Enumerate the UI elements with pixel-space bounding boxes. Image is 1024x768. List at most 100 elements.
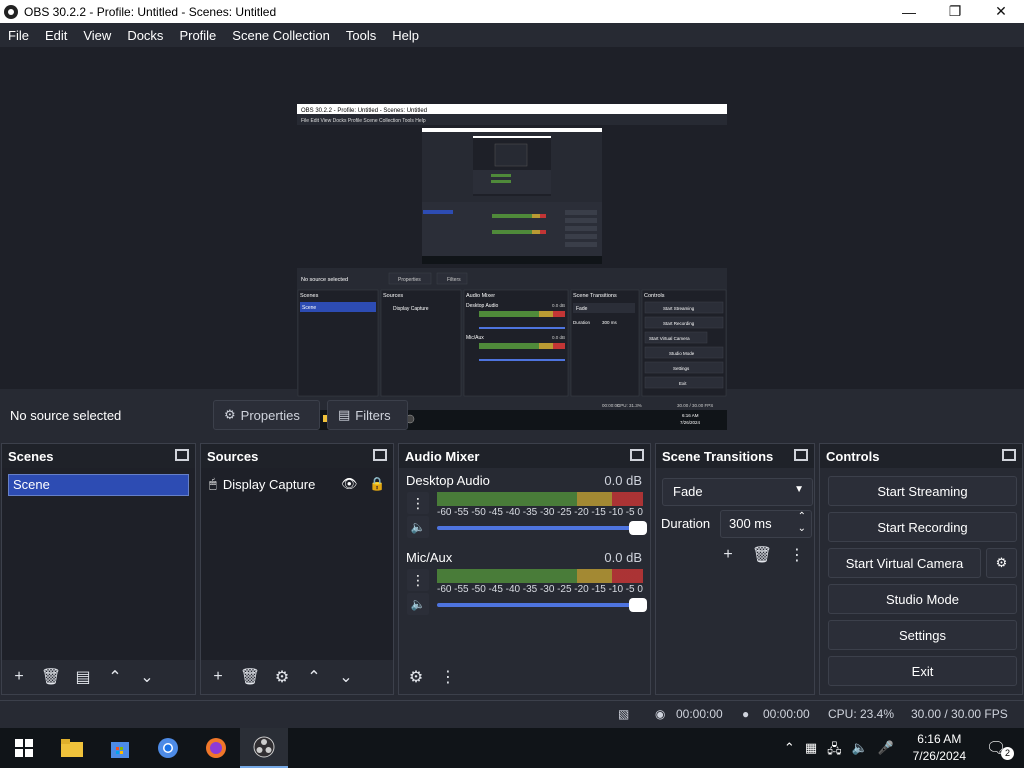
move-up-icon[interactable]: ⌃ — [303, 666, 325, 688]
properties-button[interactable]: ⚙ Properties — [213, 400, 320, 430]
chevron-up-icon[interactable]: ⌃ — [784, 740, 795, 762]
add-icon[interactable]: + — [8, 666, 30, 688]
volume-slider[interactable] — [437, 598, 647, 612]
windows-taskbar: ⌃ ▦ 🖧 🔈 🎤 6:16 AM 7/26/2024 🗨 2 — [0, 728, 1024, 768]
menu-profile[interactable]: Profile — [171, 28, 224, 43]
virtual-camera-settings-button[interactable]: ⚙ — [986, 548, 1017, 578]
menu-view[interactable]: View — [75, 28, 119, 43]
add-icon[interactable]: + — [717, 544, 739, 566]
taskbar-clock[interactable]: 6:16 AM 7/26/2024 — [913, 731, 966, 765]
move-up-icon[interactable]: ⌃ — [104, 666, 126, 688]
volume-icon[interactable]: 🔈 — [852, 740, 868, 762]
add-icon[interactable]: + — [207, 666, 229, 688]
start-recording-button[interactable]: Start Recording — [828, 512, 1017, 542]
studio-mode-button[interactable]: Studio Mode — [828, 584, 1017, 614]
menu-scene-collection[interactable]: Scene Collection — [224, 28, 338, 43]
maximize-icon[interactable]: ❐ — [932, 0, 978, 23]
menu-tools[interactable]: Tools — [338, 28, 384, 43]
duration-field[interactable]: 300 ms ⌃ ⌄ — [720, 510, 812, 538]
more-icon[interactable]: ⋮ — [407, 492, 429, 514]
keyboard-icon[interactable]: ▦ — [805, 740, 817, 762]
filters-button[interactable]: ▤ Filters — [327, 400, 408, 430]
close-icon[interactable]: ✕ — [978, 0, 1024, 23]
scene-item[interactable]: Scene — [8, 474, 189, 496]
transition-select[interactable]: Fade ▼ — [662, 478, 813, 506]
controls-title: Controls — [826, 448, 880, 464]
network-icon[interactable]: 🖧 — [827, 740, 842, 762]
start-virtual-camera-button[interactable]: Start Virtual Camera — [828, 548, 981, 578]
source-name: Display Capture — [222, 476, 316, 492]
nested-scenes-title: Scenes — [300, 293, 319, 299]
gear-icon: ⚙ — [995, 555, 1008, 570]
undock-icon[interactable] — [373, 449, 387, 461]
channel-db: 0.0 dB — [604, 473, 642, 488]
more-icon[interactable]: ⋮ — [437, 666, 459, 688]
scene-filters-icon[interactable]: ▤ — [72, 666, 94, 688]
move-down-icon[interactable]: ⌄ — [335, 666, 357, 688]
eye-icon[interactable]: 👁 — [341, 476, 358, 492]
trash-icon[interactable]: 🗑 — [40, 666, 62, 688]
chrome-button[interactable] — [144, 728, 192, 768]
exit-button[interactable]: Exit — [828, 656, 1017, 686]
window-title: OBS 30.2.2 - Profile: Untitled - Scenes:… — [24, 4, 277, 19]
trash-icon[interactable]: 🗑 — [751, 544, 773, 566]
gear-icon[interactable]: ⚙ — [271, 666, 293, 688]
windows-logo-icon — [15, 739, 33, 757]
obs-taskbar-button[interactable] — [240, 728, 288, 768]
mixer-header: Audio Mixer — [399, 444, 650, 468]
nested-start-virtual-camera: Start Virtual Camera — [649, 336, 690, 341]
undock-icon[interactable] — [175, 449, 189, 461]
scenes-footer: + 🗑 ▤ ⌃ ⌄ — [2, 660, 195, 694]
more-icon[interactable]: ⋮ — [786, 544, 808, 566]
menu-file[interactable]: File — [0, 28, 37, 43]
menu-docks[interactable]: Docks — [119, 28, 171, 43]
file-explorer-button[interactable] — [48, 728, 96, 768]
chevron-down-icon: ▼ — [794, 484, 804, 495]
controls-header: Controls — [820, 444, 1022, 468]
notification-button[interactable]: 🗨 2 — [986, 738, 1014, 760]
move-down-icon[interactable]: ⌄ — [136, 666, 158, 688]
clock-time: 6:16 AM — [917, 732, 962, 746]
firefox-button[interactable] — [192, 728, 240, 768]
menu-help[interactable]: Help — [384, 28, 427, 43]
undock-icon[interactable] — [1002, 449, 1016, 461]
scenes-list: Scene — [2, 468, 195, 660]
microphone-icon[interactable]: 🎤 — [878, 740, 894, 762]
start-button[interactable] — [0, 728, 48, 768]
stream-icon: ◉ — [655, 707, 666, 721]
speaker-icon[interactable]: 🔈 — [407, 516, 429, 538]
start-streaming-button[interactable]: Start Streaming — [828, 476, 1017, 506]
stepper-icon[interactable]: ⌃ ⌄ — [798, 511, 806, 535]
volume-meter: -60 -55 -50 -45 -40 -35 -30 -25 -20 -15 -10 -5 0 — [437, 569, 643, 595]
volume-slider[interactable] — [437, 521, 647, 535]
channel-name: Mic/Aux — [406, 550, 453, 565]
more-icon[interactable]: ⋮ — [407, 569, 429, 591]
scenes-title: Scenes — [8, 448, 54, 464]
minimize-icon[interactable]: — — [886, 0, 932, 23]
status-bar: ▧ ◉ 00:00:00 ● 00:00:00 CPU: 23.4% 30.00… — [0, 700, 1024, 728]
store-button[interactable] — [96, 728, 144, 768]
undock-icon[interactable] — [630, 449, 644, 461]
monitor-icon: 🖱 — [209, 476, 217, 491]
settings-button[interactable]: Settings — [828, 620, 1017, 650]
lock-icon[interactable]: 🔒 — [369, 476, 385, 492]
sources-header: Sources — [201, 444, 393, 468]
signal-bars-icon: ▧ — [618, 707, 630, 721]
channel-name: Desktop Audio — [406, 473, 490, 488]
nested-mic-db: 0.0 dB — [552, 335, 565, 340]
nested-mixer-title: Audio Mixer — [466, 293, 495, 299]
slider-handle[interactable] — [629, 521, 647, 535]
trash-icon[interactable]: 🗑 — [239, 666, 261, 688]
folder-icon — [61, 739, 83, 757]
nested-duration-label: Duration — [573, 320, 591, 325]
speaker-icon[interactable]: 🔈 — [407, 593, 429, 615]
mixer-body: Desktop Audio 0.0 dB ⋮ -60 -55 -50 -45 -40 -3… — [399, 468, 650, 660]
source-item[interactable]: 🖱 Display Capture 👁 🔒 — [209, 474, 385, 494]
advanced-audio-icon[interactable]: ⚙ — [405, 666, 427, 688]
controls-dock: Controls Start Streaming Start Recording… — [819, 443, 1023, 695]
menu-edit[interactable]: Edit — [37, 28, 75, 43]
slider-handle[interactable] — [629, 598, 647, 612]
undock-icon[interactable] — [794, 449, 808, 461]
title-bar: OBS 30.2.2 - Profile: Untitled - Scenes:… — [0, 0, 1024, 23]
source-toolbar: No source selected ⚙ Properties ▤ Filter… — [0, 396, 1024, 436]
